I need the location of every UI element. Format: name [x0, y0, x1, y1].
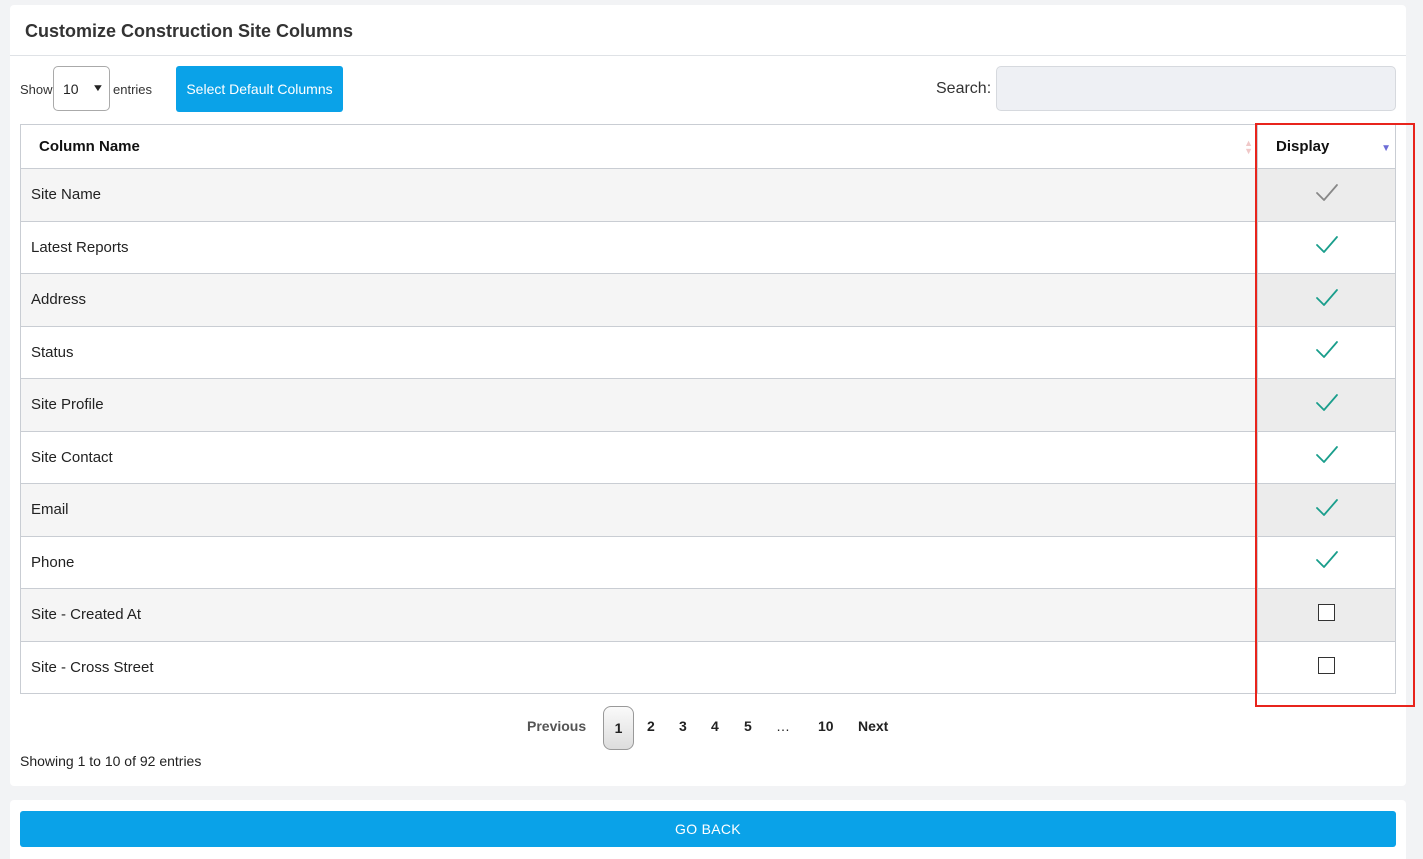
- sort-desc-icon: ▼: [1381, 143, 1391, 154]
- display-cell[interactable]: [1257, 483, 1396, 537]
- page-ellipsis: …: [776, 718, 790, 734]
- entries-per-page-select[interactable]: 10 ▼: [53, 66, 110, 111]
- column-name-cell: Latest Reports: [20, 220, 1258, 274]
- table-row: Site Name: [20, 168, 1396, 222]
- table-row: Site - Cross Street: [20, 640, 1396, 694]
- column-name-cell: Site Contact: [20, 430, 1258, 484]
- column-name-cell: Site Name: [20, 168, 1258, 222]
- page-button[interactable]: 4: [711, 718, 719, 734]
- column-name-cell: Site Profile: [20, 378, 1258, 432]
- display-cell[interactable]: [1257, 430, 1396, 484]
- column-name-header-label: Column Name: [39, 138, 140, 155]
- checkmark-icon[interactable]: [1314, 446, 1340, 470]
- sort-icon: ▲ ▼: [1244, 138, 1253, 156]
- table-row: Site Contact: [20, 430, 1396, 484]
- go-back-button[interactable]: GO BACK: [20, 811, 1396, 847]
- display-cell[interactable]: [1257, 535, 1396, 589]
- display-cell[interactable]: [1257, 168, 1396, 222]
- checkmark-icon[interactable]: [1314, 393, 1340, 418]
- divider: [10, 55, 1406, 56]
- checkbox-unchecked-icon[interactable]: [1318, 604, 1335, 622]
- column-name-cell: Site - Created At: [20, 588, 1258, 642]
- columns-table: Column Name ▲ ▼ Display ▼ Site Name Latest…: [20, 124, 1396, 694]
- search-input[interactable]: [996, 66, 1396, 111]
- column-name-cell: Phone: [20, 535, 1258, 589]
- select-default-columns-button[interactable]: Select Default Columns: [176, 66, 343, 112]
- display-cell[interactable]: [1257, 220, 1396, 274]
- display-header[interactable]: Display ▼: [1257, 124, 1396, 169]
- page-button[interactable]: 10: [818, 718, 834, 734]
- page-title: Customize Construction Site Columns: [25, 21, 354, 41]
- column-name-cell: Address: [20, 273, 1258, 327]
- table-row: Site - Created At: [20, 588, 1396, 642]
- display-cell[interactable]: [1257, 588, 1396, 642]
- footer-card: GO BACK: [10, 800, 1406, 859]
- pagination: Previous 1 2 3 4 5 … 10 Next: [10, 706, 1406, 752]
- page-button-current[interactable]: 1: [603, 706, 634, 750]
- next-page-button[interactable]: Next: [858, 718, 888, 734]
- display-cell[interactable]: [1257, 325, 1396, 379]
- chevron-down-icon: ▼: [91, 83, 105, 94]
- display-cell[interactable]: [1257, 378, 1396, 432]
- column-name-cell: Email: [20, 483, 1258, 537]
- table-row: Phone: [20, 535, 1396, 589]
- column-name-cell: Status: [20, 325, 1258, 379]
- table-row: Address: [20, 273, 1396, 327]
- checkbox-unchecked-icon[interactable]: [1318, 656, 1335, 674]
- page-button[interactable]: 2: [647, 718, 655, 734]
- customize-columns-card: Customize Construction Site Columns Show…: [10, 5, 1415, 786]
- page-button[interactable]: 3: [679, 718, 687, 734]
- entries-label: entries: [113, 82, 153, 97]
- checkmark-icon[interactable]: [1314, 498, 1340, 523]
- checkmark-disabled-icon: [1314, 183, 1340, 208]
- table-row: Status: [20, 325, 1396, 379]
- checkmark-icon[interactable]: [1314, 551, 1340, 575]
- checkmark-icon[interactable]: [1314, 341, 1340, 365]
- previous-page-button[interactable]: Previous: [527, 718, 586, 734]
- column-name-header[interactable]: Column Name ▲ ▼: [20, 124, 1258, 169]
- checkmark-icon[interactable]: [1314, 236, 1340, 260]
- table-info: Showing 1 to 10 of 92 entries: [20, 753, 202, 769]
- entries-per-page-value: 10: [63, 80, 79, 97]
- table-row: Email: [20, 483, 1396, 537]
- page-button[interactable]: 5: [744, 718, 752, 734]
- table-row: Latest Reports: [20, 220, 1396, 274]
- show-label: Show: [20, 82, 53, 97]
- display-cell[interactable]: [1257, 273, 1396, 327]
- column-name-cell: Site - Cross Street: [20, 640, 1258, 694]
- display-cell[interactable]: [1257, 640, 1396, 694]
- search-label: Search:: [936, 80, 992, 97]
- table-row: Site Profile: [20, 378, 1396, 432]
- display-header-label: Display: [1276, 138, 1330, 155]
- checkmark-icon[interactable]: [1314, 288, 1340, 313]
